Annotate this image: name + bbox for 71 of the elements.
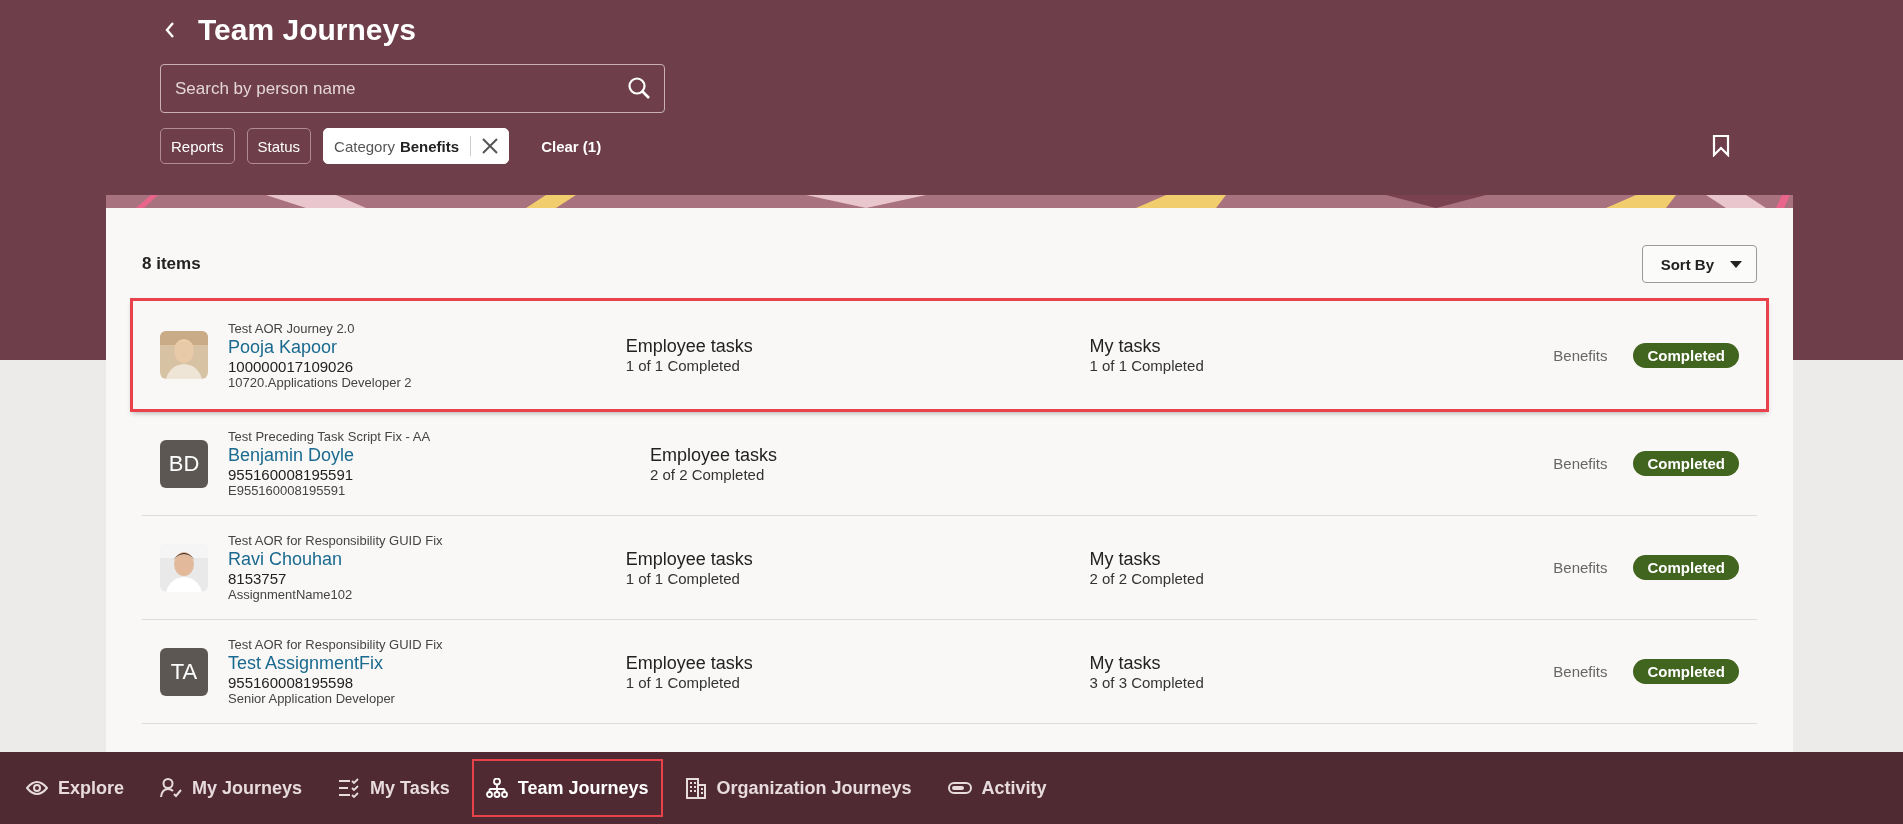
task-progress: 1 of 1 Completed [625,673,741,691]
avatar: TA [160,647,208,696]
nav-tab[interactable]: Organization Journeys [672,761,924,815]
search-field[interactable]: Search by person name [160,64,665,113]
category-label: Benefits [1553,559,1608,576]
status-badge: Completed [1633,451,1739,476]
person-number: 955160008195591 [228,466,355,483]
person-name-link[interactable]: Benjamin Doyle [228,444,431,466]
filter-chip[interactable]: Status [246,128,312,164]
close-icon[interactable] [482,138,499,154]
back-icon[interactable] [164,21,176,39]
nav-tab[interactable]: Team Journeys [473,761,661,815]
category-label: Benefits [1553,346,1608,364]
task-progress: 2 of 2 Completed [1089,569,1205,587]
assignment-name: E955160008195591 [228,483,347,498]
status-badge: Completed [1633,659,1739,684]
hierarchy-icon [485,778,508,798]
person-check-icon [160,778,183,798]
bookmark-icon[interactable] [1712,135,1730,157]
nav-tab[interactable]: My Tasks [326,761,462,815]
journey-name: Test Preceding Task Script Fix - AA [228,429,431,444]
journey-name: Test AOR Journey 2.0 [228,320,356,336]
activity-icon [947,782,972,794]
person-name-link[interactable]: Ravi Chouhan [228,548,443,570]
filter-value: Benefits [399,137,460,155]
status-badge: Completed [1633,342,1739,368]
task-group-title: Employee tasks [625,336,754,357]
assignment-name: 10720.Applications Developer 2 [228,374,412,390]
journey-row[interactable]: BD Test Preceding Task Script Fix - AA Benjamin Doyle 955160008195591 E955160008195591 Employee tasks 2 of 2 Completed Benefits Completed [142,412,1757,516]
task-progress: 1 of 1 Completed [1089,357,1205,374]
person-name-link[interactable]: Pooja Kapoor [228,335,412,358]
clear-filters-link[interactable]: Clear (1) [535,136,608,156]
journey-row[interactable]: Test AOR for Responsibility GUID Fix Ravi Chouhan 8153757 AssignmentName102 Employee tasks 1 of 1 Completed My tasks 2 of 2 Completed Benefits Completed [142,516,1757,620]
checklist-icon [338,778,361,798]
person-name-link[interactable]: Test AssignmentFix [228,652,443,674]
person-number: 955160008195598 [228,674,355,691]
avatar: BD [160,439,208,488]
task-progress: 3 of 3 Completed [1089,673,1205,691]
page-title: Team Journeys [198,13,416,47]
assignment-name: Senior Application Developer [228,691,396,706]
caret-icon [1730,260,1742,268]
status-badge: Completed [1633,555,1739,580]
category-label: Benefits [1553,663,1608,680]
task-group-title: Employee tasks [625,548,754,570]
category-label: Benefits [1553,455,1608,472]
task-progress: 1 of 1 Completed [625,357,741,374]
task-group-title: My tasks [1089,548,1162,570]
eye-icon [26,780,48,796]
item-count: 8 items [142,254,201,274]
building-icon [684,777,707,799]
applied-filter-chip[interactable]: Category Benefits [323,128,510,164]
person-number: 8153757 [228,570,288,587]
task-group-title: My tasks [1089,652,1162,674]
filter-chip[interactable]: Reports [160,128,235,164]
nav-tab[interactable]: Activity [935,761,1059,815]
nav-tab[interactable]: Explore [14,761,137,815]
task-progress: 2 of 2 Completed [650,465,766,483]
journey-name: Test AOR for Responsibility GUID Fix [228,533,443,548]
filter-label: Category [334,137,395,155]
sort-by-button[interactable]: Sort By [1641,245,1757,283]
nav-tab[interactable]: My Journeys [148,761,315,815]
assignment-name: AssignmentName102 [228,587,354,602]
journey-row[interactable]: Test AOR Journey 2.0 Pooja Kapoor 100000017109026 10720.Applications Developer 2 Employee tasks 1 of 1 Completed My tasks 1 of 1 Completed Benefits Completed [132,300,1767,410]
search-icon[interactable] [627,76,651,100]
task-group-title: My tasks [1089,336,1162,357]
task-group-title: Employee tasks [625,652,754,674]
journey-row[interactable]: TA Test AOR for Responsibility GUID Fix Test AssignmentFix 955160008195598 Senior Application Developer Employee tasks 1 of 1 Completed My tasks 3 of 3 Completed Benefits Completed [142,620,1757,724]
journey-name: Test AOR for Responsibility GUID Fix [228,637,443,652]
task-group-title: Employee tasks [650,444,779,466]
person-number: 100000017109026 [228,357,355,375]
task-progress: 1 of 1 Completed [625,569,741,587]
